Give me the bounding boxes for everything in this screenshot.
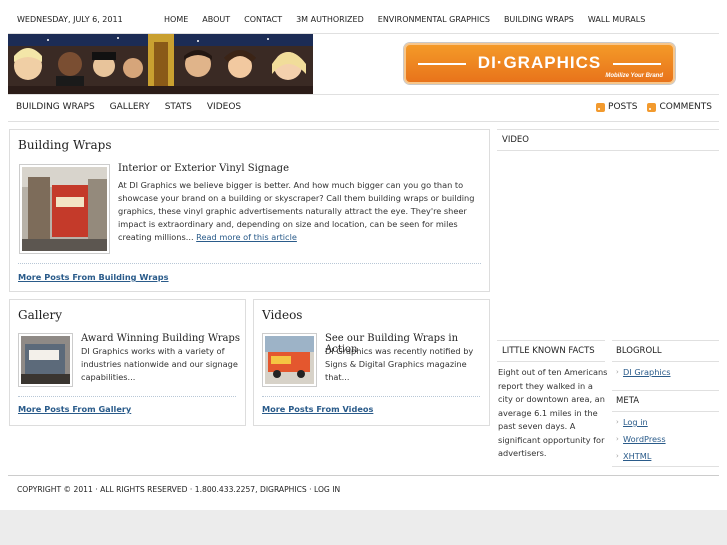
bullet-icon: › xyxy=(616,418,619,426)
building-wraps-thumbnail[interactable] xyxy=(19,164,110,254)
comments-feed-link[interactable]: COMMENTS xyxy=(647,102,712,112)
top-nav-wall-murals[interactable]: WALL MURALS xyxy=(588,15,645,24)
bullet-icon: › xyxy=(616,435,619,443)
di-graphics-logo[interactable]: DI·GRAPHICS Mobilize Your Brand xyxy=(404,43,675,84)
video-heading: VIDEO xyxy=(502,135,529,145)
building-wraps-post-excerpt: At DI Graphics we believe bigger is bett… xyxy=(118,179,484,244)
read-more-link[interactable]: Read more of this article xyxy=(196,232,297,242)
building-wraps-post-title[interactable]: Interior or Exterior Vinyl Signage xyxy=(118,163,289,174)
divider xyxy=(612,361,719,362)
rss-icon xyxy=(596,102,606,112)
gallery-post-text: DI Graphics works with a variety of indu… xyxy=(81,346,238,382)
nav-videos[interactable]: VIDEOS xyxy=(207,102,241,112)
divider xyxy=(497,129,719,130)
divider xyxy=(612,340,719,341)
top-bar: WEDNESDAY, JULY 6, 2011 HOME ABOUT CONTA… xyxy=(8,6,719,34)
rss-icon xyxy=(647,102,657,112)
top-nav-home[interactable]: HOME xyxy=(164,15,188,24)
divider xyxy=(612,466,719,467)
little-known-facts-heading: LITTLE KNOWN FACTS xyxy=(502,346,595,356)
building-wraps-heading: Building Wraps xyxy=(18,138,112,152)
top-nav-contact[interactable]: CONTACT xyxy=(244,15,282,24)
videos-thumbnail[interactable] xyxy=(262,333,317,387)
posts-feed-label: POSTS xyxy=(608,102,638,112)
divider xyxy=(497,150,719,151)
bullet-icon: › xyxy=(616,452,619,460)
videos-heading: Videos xyxy=(262,308,303,322)
meta-heading: META xyxy=(616,396,640,406)
bullet-icon: › xyxy=(616,368,619,376)
blogroll-heading: BLOGROLL xyxy=(616,346,662,356)
logo-name: DI·GRAPHICS xyxy=(477,53,602,72)
footer-text: COPYRIGHT © 2011 · ALL RIGHTS RESERVED ·… xyxy=(17,485,341,494)
top-nav: HOME ABOUT CONTACT 3M AUTHORIZED ENVIRON… xyxy=(164,15,659,24)
current-date: WEDNESDAY, JULY 6, 2011 xyxy=(17,15,123,24)
videos-section: Videos See our Building Wraps in Action … xyxy=(253,299,490,426)
meta-link-xhtml[interactable]: XHTML xyxy=(623,451,651,461)
gallery-section: Gallery Award Winning Building Wraps DI … xyxy=(9,299,246,426)
gallery-heading: Gallery xyxy=(18,308,63,322)
posts-feed-link[interactable]: POSTS xyxy=(596,102,637,112)
top-nav-environmental-graphics[interactable]: ENVIRONMENTAL GRAPHICS xyxy=(378,15,490,24)
divider xyxy=(18,263,481,264)
top-nav-about[interactable]: ABOUT xyxy=(202,15,230,24)
videos-post-text: DI Graphics was recently notified by Sig… xyxy=(325,346,474,382)
nav-building-wraps[interactable]: BUILDING WRAPS xyxy=(16,102,95,112)
more-building-wraps-link[interactable]: More Posts From Building Wraps xyxy=(18,272,169,282)
gallery-post-title[interactable]: Award Winning Building Wraps xyxy=(81,333,240,344)
divider xyxy=(612,411,719,412)
nav-stats[interactable]: STATS xyxy=(165,102,192,112)
main-nav: BUILDING WRAPS GALLERY STATS VIDEOS POST… xyxy=(8,94,719,122)
blogroll-link-di-graphics[interactable]: DI Graphics xyxy=(623,367,670,377)
more-gallery-link[interactable]: More Posts From Gallery xyxy=(18,404,131,414)
divider xyxy=(497,340,605,341)
top-nav-3m-authorized[interactable]: 3M AUTHORIZED xyxy=(296,15,364,24)
nav-gallery[interactable]: GALLERY xyxy=(110,102,150,112)
footer: COPYRIGHT © 2011 · ALL RIGHTS RESERVED ·… xyxy=(8,475,719,499)
meta-link-wordpress[interactable]: WordPress xyxy=(623,434,666,444)
divider xyxy=(262,396,480,397)
meta-link-log-in[interactable]: Log in xyxy=(623,417,648,427)
page: WEDNESDAY, JULY 6, 2011 HOME ABOUT CONTA… xyxy=(0,0,727,510)
gallery-thumbnail[interactable] xyxy=(18,333,73,387)
header-banner-image xyxy=(8,34,313,94)
divider xyxy=(18,396,236,397)
little-known-facts-text: Eight out of ten Americans report they w… xyxy=(498,367,608,458)
comments-feed-label: COMMENTS xyxy=(659,102,712,112)
logo-tagline: Mobilize Your Brand xyxy=(605,73,663,79)
top-nav-building-wraps[interactable]: BUILDING WRAPS xyxy=(504,15,574,24)
divider xyxy=(612,390,719,391)
divider xyxy=(497,361,605,362)
building-wraps-section: Building Wraps Interior or Exterior Viny… xyxy=(9,129,490,292)
more-videos-link[interactable]: More Posts From Videos xyxy=(262,404,373,414)
